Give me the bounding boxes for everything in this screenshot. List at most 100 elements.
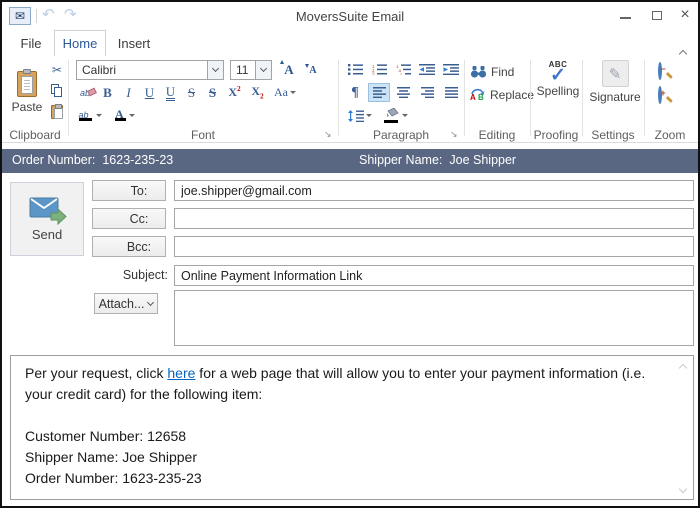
tab-file[interactable]: File: [10, 30, 52, 56]
multilevel-list-icon: 1ai: [396, 64, 411, 75]
window-title: MoversSuite Email: [295, 9, 405, 24]
justify-button[interactable]: [440, 83, 462, 102]
message-body[interactable]: Per your request, click here for a web p…: [10, 355, 694, 500]
superscript-button[interactable]: X2: [224, 83, 245, 102]
order-number-label: Order Number:: [12, 153, 96, 167]
bullets-icon: [347, 64, 363, 75]
strikethrough-button[interactable]: S: [182, 83, 201, 102]
to-label: To:: [130, 183, 148, 198]
shipper-name-label: Shipper Name:: [359, 153, 443, 167]
paste-special-icon: [51, 103, 63, 119]
font-name-combobox[interactable]: Calibri: [76, 60, 224, 80]
payment-link[interactable]: here: [167, 365, 195, 381]
show-paragraph-marks-button[interactable]: ¶: [344, 83, 366, 102]
change-case-button[interactable]: Aa: [270, 83, 300, 102]
text-highlight-button[interactable]: ab: [74, 105, 106, 125]
superscript-icon: X2: [228, 85, 241, 99]
font-color-button[interactable]: A: [110, 105, 140, 125]
bold-button[interactable]: B: [98, 83, 117, 102]
to-input[interactable]: [174, 180, 694, 201]
italic-button[interactable]: I: [119, 83, 138, 102]
minimize-button[interactable]: [612, 6, 638, 24]
group-separator: [464, 60, 465, 136]
order-number: Order Number: 1623-235-23: [12, 153, 173, 167]
zoom-group-label: Zoom: [654, 128, 686, 142]
cut-button[interactable]: ✂: [48, 60, 66, 79]
justify-icon: [444, 87, 458, 98]
zoom-out-button[interactable]: −: [652, 60, 678, 81]
double-underline-button[interactable]: U: [161, 83, 180, 102]
close-button[interactable]: ×: [672, 6, 698, 24]
maximize-button[interactable]: [644, 6, 670, 24]
decrease-indent-button[interactable]: [416, 60, 438, 79]
chevron-down-icon: [147, 298, 155, 306]
zoom-out-icon: −: [657, 61, 673, 80]
chevron-down-icon: [678, 484, 688, 493]
align-center-button[interactable]: [392, 83, 414, 102]
chevron-down-icon[interactable]: [255, 61, 271, 79]
clipboard-group-label: Clipboard: [9, 128, 61, 142]
align-right-button[interactable]: [416, 83, 438, 102]
shading-button[interactable]: [380, 106, 412, 125]
attach-button[interactable]: Attach...: [94, 293, 158, 314]
clear-formatting-button[interactable]: ab: [74, 83, 96, 102]
replace-button[interactable]: A B Replace: [470, 85, 534, 104]
cc-button[interactable]: Cc:: [92, 208, 166, 229]
zoom-in-button[interactable]: +: [652, 84, 678, 105]
cc-label: Cc:: [129, 211, 149, 226]
chevron-down-icon[interactable]: [207, 61, 223, 79]
scroll-down-button[interactable]: [676, 483, 690, 497]
pilcrow-icon: ¶: [351, 84, 359, 100]
align-right-icon: [420, 87, 434, 98]
underline-button[interactable]: U: [140, 83, 159, 102]
paragraph-dialog-launcher[interactable]: ↘: [450, 129, 458, 140]
scroll-up-button[interactable]: [676, 359, 690, 373]
increase-indent-icon: [443, 64, 459, 75]
collapse-ribbon-button[interactable]: [678, 44, 688, 59]
paste-options-button[interactable]: [48, 102, 66, 121]
grow-font-button[interactable]: A: [278, 60, 300, 80]
bold-icon: B: [103, 84, 112, 100]
font-color-icon: A: [115, 107, 127, 123]
font-size-combobox[interactable]: 11: [230, 60, 272, 80]
align-left-icon: [372, 87, 386, 98]
paste-button[interactable]: Paste: [8, 60, 46, 124]
body-detail-line: Shipper Name: Joe Shipper: [25, 449, 197, 465]
tab-home[interactable]: Home: [54, 30, 106, 56]
copy-button[interactable]: [48, 81, 66, 100]
bcc-button[interactable]: Bcc:: [92, 236, 166, 257]
group-separator: [644, 60, 645, 136]
signature-button[interactable]: ✎ Signature: [587, 60, 643, 122]
to-button[interactable]: To:: [92, 180, 166, 201]
body-detail-line: Order Number: 1623-235-23: [25, 470, 202, 486]
scissors-icon: ✂: [51, 62, 63, 77]
cc-input[interactable]: [174, 208, 694, 229]
bcc-label: Bcc:: [126, 239, 152, 254]
line-spacing-button[interactable]: [344, 106, 376, 125]
bcc-input[interactable]: [174, 236, 694, 257]
replace-label: Replace: [490, 87, 535, 102]
tab-insert[interactable]: Insert: [108, 30, 160, 56]
shipper-name-value: Joe Shipper: [449, 153, 517, 167]
subscript-button[interactable]: X2: [247, 83, 268, 102]
paste-label: Paste: [11, 99, 43, 114]
find-button[interactable]: Find: [470, 62, 514, 81]
send-button[interactable]: Send: [10, 182, 84, 256]
attachments-box[interactable]: [174, 290, 694, 346]
binoculars-icon: [470, 66, 487, 78]
spelling-button[interactable]: ABC ✓ Spelling: [535, 60, 581, 122]
font-name-value: Calibri: [82, 63, 117, 77]
shrink-font-button[interactable]: A: [302, 60, 324, 80]
bullets-button[interactable]: [344, 60, 366, 79]
increase-indent-button[interactable]: [440, 60, 462, 79]
font-dialog-launcher[interactable]: ↘: [324, 129, 332, 140]
order-info-bar: Order Number: 1623-235-23 Shipper Name: Jo…: [2, 149, 698, 173]
double-strikethrough-button[interactable]: S: [203, 83, 222, 102]
multilevel-list-button[interactable]: 1ai: [392, 60, 414, 79]
checkmark-icon: ✓: [550, 65, 566, 86]
subject-input[interactable]: [174, 265, 694, 286]
settings-group-label: Settings: [591, 128, 635, 142]
moverssuite-email-window: ✉ ↶ ↷ MoversSuite Email × File Home Inse…: [0, 0, 700, 508]
numbering-button[interactable]: 123: [368, 60, 390, 79]
align-left-button[interactable]: [368, 83, 390, 102]
